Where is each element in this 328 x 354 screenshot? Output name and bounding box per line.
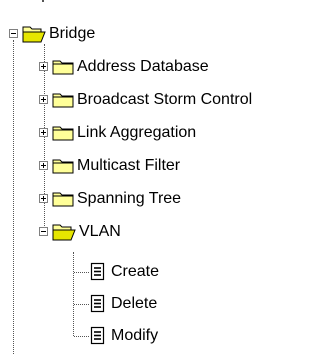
tree-node-spanning-tree[interactable]: Spanning Tree [52, 188, 181, 210]
tree-node-label: Address Database [77, 58, 209, 75]
tree-node-label: Broadcast Storm Control [77, 91, 253, 108]
folder-closed-icon [52, 192, 74, 207]
tree-guide-line [74, 336, 89, 337]
tree-node-label: Spanning Tree [77, 190, 182, 207]
tree-node-label: Bridge [49, 25, 96, 42]
tree-node-address-database[interactable]: Address Database [52, 56, 209, 78]
tree-guide-line [74, 272, 89, 273]
tree-guide-line [73, 252, 74, 336]
tree-node-link-aggregation[interactable]: Link Aggregation [52, 122, 196, 144]
expand-address-database-button[interactable] [39, 62, 48, 71]
folder-open-icon [22, 26, 46, 43]
collapse-bridge-button[interactable] [9, 29, 18, 38]
folder-closed-icon [52, 93, 74, 108]
tree-node-label: Multicast Filter [77, 157, 181, 174]
tree-node-broadcast-storm-control[interactable]: Broadcast Storm Control [52, 89, 252, 111]
tree-node-vlan[interactable]: VLAN [52, 221, 121, 243]
collapse-vlan-button[interactable] [39, 227, 48, 236]
tree-node-multicast-filter[interactable]: Multicast Filter [52, 155, 180, 177]
expand-spanning-tree-button[interactable] [39, 194, 48, 203]
tree-node-label: Link Aggregation [77, 124, 197, 141]
document-icon [90, 294, 105, 313]
tree-artifact [42, 0, 44, 2]
folder-open-icon [52, 224, 76, 241]
expand-broadcast-storm-control-button[interactable] [39, 95, 48, 104]
tree-guide-line [74, 304, 89, 305]
tree-node-label: Create [111, 263, 160, 280]
tree-node-modify[interactable]: Modify [90, 325, 158, 347]
expand-multicast-filter-button[interactable] [39, 161, 48, 170]
tree-node-label: Modify [111, 327, 159, 344]
tree-guide-line [44, 44, 45, 236]
document-icon [90, 326, 105, 345]
tree-node-bridge[interactable]: Bridge [22, 23, 95, 45]
tree-guide-line [13, 40, 14, 354]
tree-node-delete[interactable]: Delete [90, 293, 157, 315]
tree-node-label: Delete [111, 295, 158, 312]
folder-closed-icon [52, 159, 74, 174]
folder-closed-icon [52, 126, 74, 141]
expand-link-aggregation-button[interactable] [39, 128, 48, 137]
tree-node-label: VLAN [79, 223, 121, 240]
navigation-tree: Bridge Address Database Broadcast Storm … [0, 0, 328, 354]
tree-node-create[interactable]: Create [90, 261, 159, 283]
document-icon [90, 262, 105, 281]
folder-closed-icon [52, 60, 74, 75]
